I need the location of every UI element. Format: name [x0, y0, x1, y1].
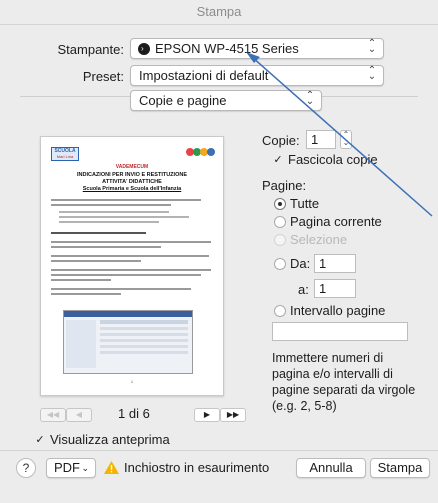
- annotation-arrow-line: [251, 56, 433, 217]
- chevron-down-icon: ⌄: [81, 463, 89, 473]
- pdf-menu-button[interactable]: PDF ⌄: [46, 458, 96, 478]
- help-button[interactable]: ?: [16, 458, 36, 478]
- footer-separator: [0, 450, 438, 451]
- annotation-arrow: [246, 52, 433, 217]
- print-button[interactable]: Stampa: [370, 458, 430, 478]
- warning-icon: [104, 461, 119, 474]
- cancel-button[interactable]: Annulla: [296, 458, 366, 478]
- ink-warning-text: Inchiostro in esaurimento: [124, 460, 270, 475]
- pdf-label: PDF: [54, 460, 80, 475]
